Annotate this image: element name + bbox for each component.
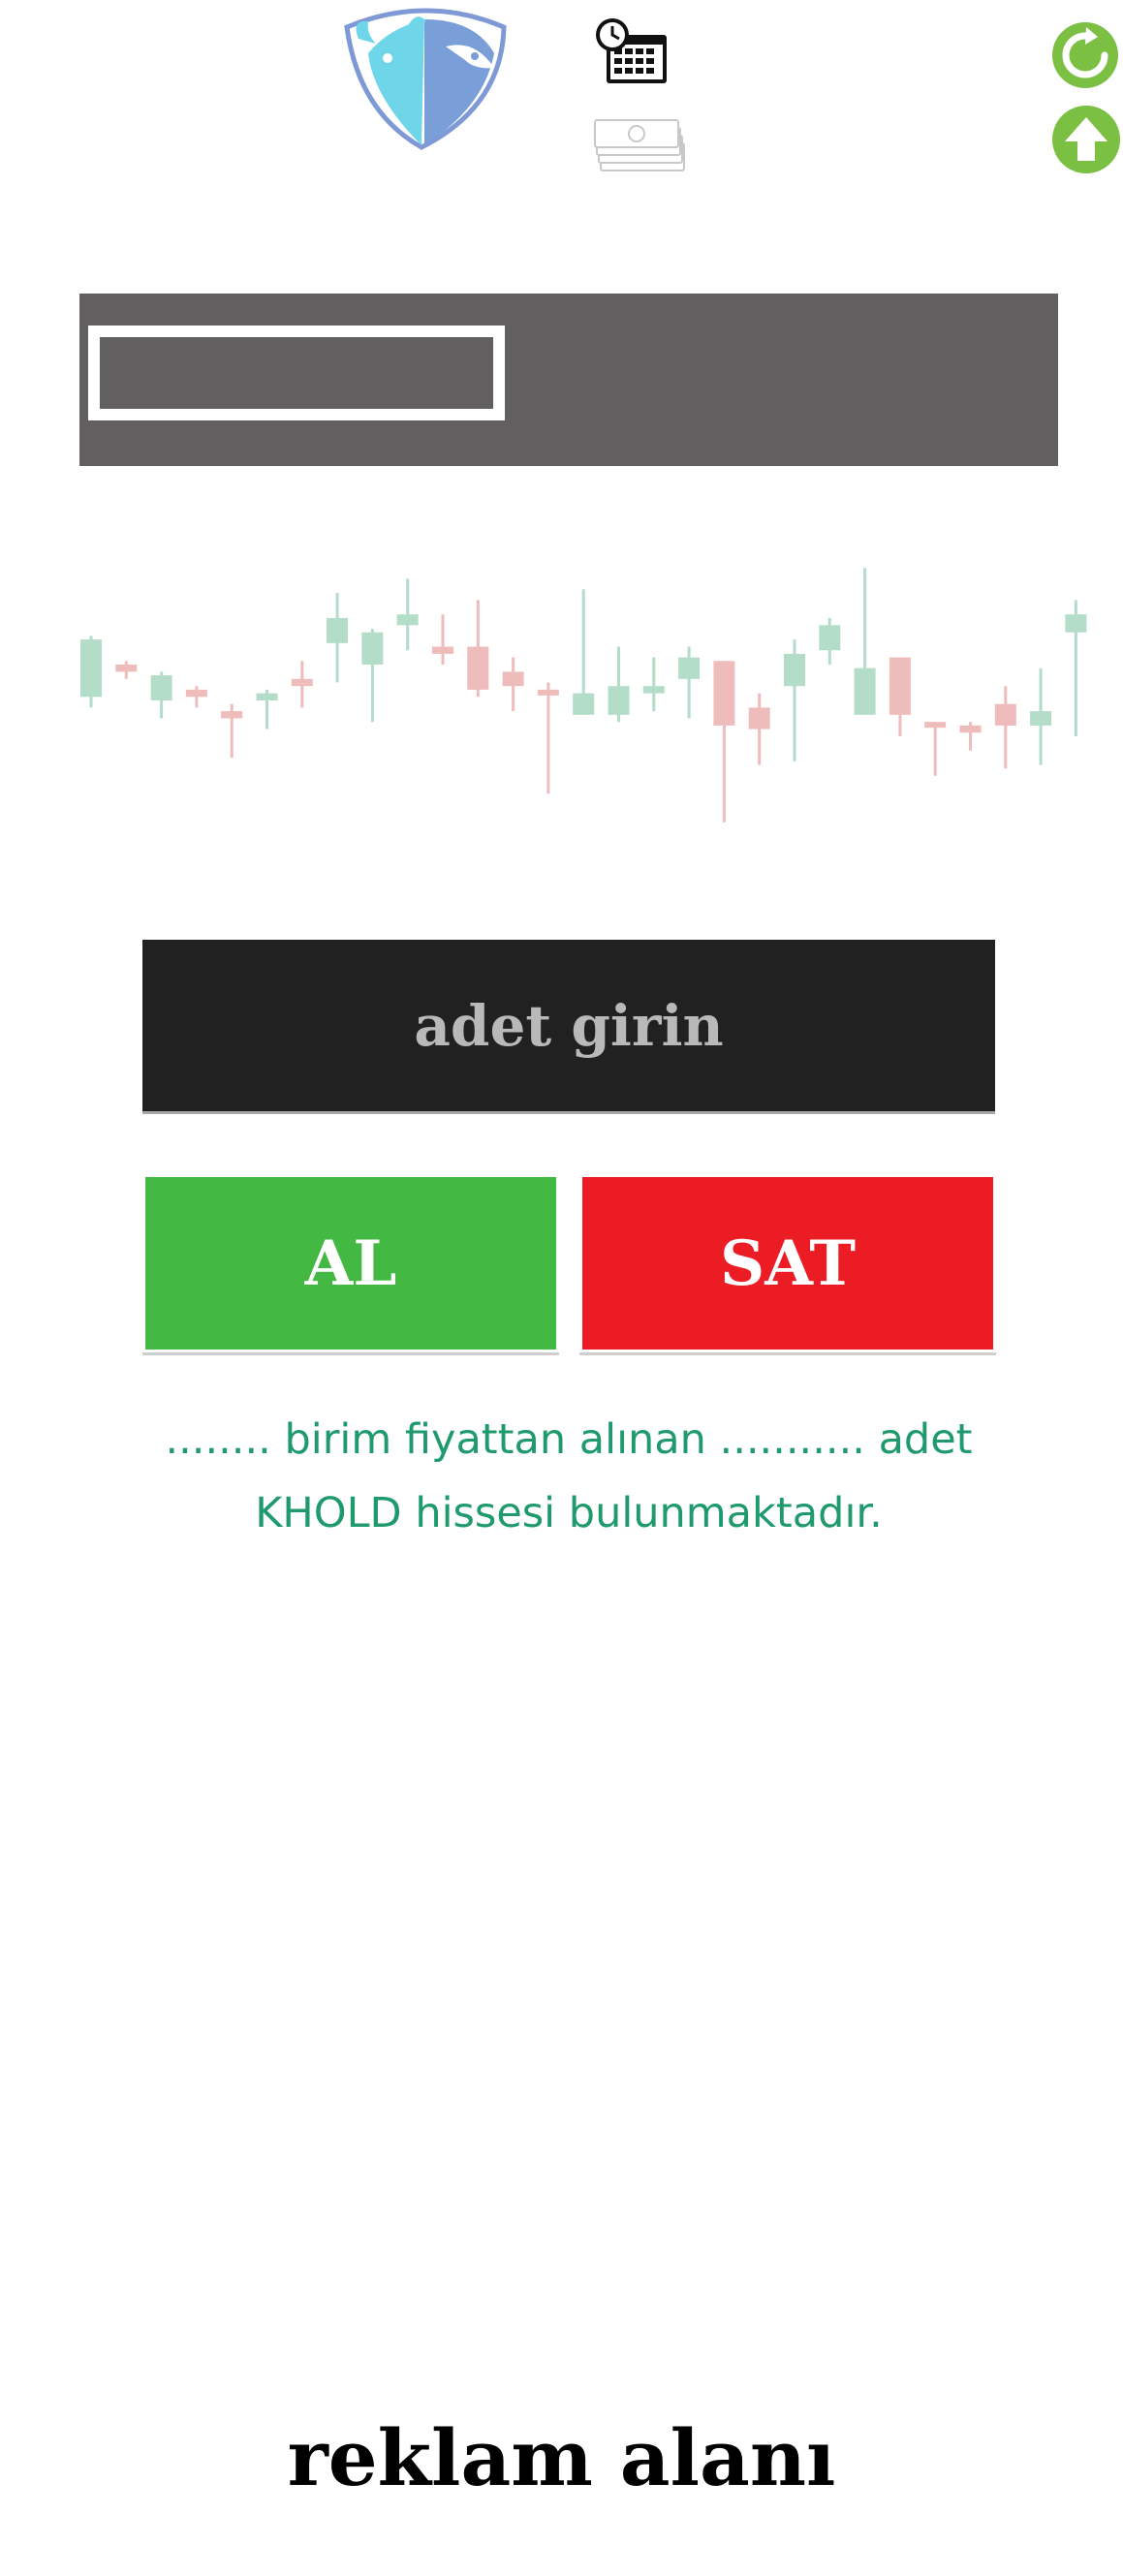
candle-body (924, 722, 947, 729)
candle-2 (150, 671, 172, 719)
candle-body (80, 639, 102, 698)
refresh-icon (1052, 22, 1118, 88)
candle-16 (642, 657, 665, 712)
candle-4 (221, 703, 243, 759)
candle-body (291, 678, 313, 687)
candle-3 (185, 686, 207, 708)
candle-body (361, 632, 384, 665)
candle-body (221, 711, 243, 719)
candle-28 (1065, 600, 1087, 736)
candle-body (537, 689, 559, 696)
candle-27 (1030, 667, 1052, 765)
candle-13 (537, 682, 559, 794)
candle-14 (573, 589, 595, 715)
candle-body (1065, 614, 1087, 633)
candle-body (854, 667, 876, 715)
candle-body (573, 693, 595, 715)
candle-20 (784, 639, 805, 761)
holding-info-text: ........ birim fiyattan alınan .........… (165, 1415, 973, 1537)
ad-area: reklam alanı (287, 2412, 836, 2503)
candle-12 (502, 657, 524, 712)
candle-0 (80, 636, 102, 708)
buy-button[interactable]: AL (142, 1174, 559, 1352)
upload-button[interactable] (1051, 105, 1121, 174)
candle-body (642, 686, 665, 694)
candle-21 (819, 617, 841, 665)
candle-body (467, 646, 489, 690)
buy-button-label: AL (304, 1226, 397, 1300)
candle-19 (748, 693, 770, 765)
candle-body (608, 686, 630, 715)
candle-body (994, 703, 1016, 726)
candle-24 (924, 722, 947, 776)
candle-22 (854, 568, 876, 715)
candle-15 (608, 646, 630, 723)
candle-body (115, 665, 138, 672)
stock-search-input[interactable] (88, 326, 505, 420)
candlestick-chart (80, 568, 1087, 822)
candle-7 (327, 593, 349, 683)
candle-body (396, 614, 419, 626)
candle-body (889, 657, 911, 715)
candle-body (678, 657, 701, 679)
candle-26 (994, 686, 1016, 769)
calendar-clock-icon[interactable] (593, 17, 671, 87)
sell-button-label: SAT (720, 1226, 856, 1300)
candle-17 (678, 646, 701, 719)
candle-body (502, 671, 524, 687)
candle-6 (291, 661, 313, 708)
refresh-button[interactable] (1051, 21, 1119, 89)
candle-body (819, 625, 841, 651)
quantity-input[interactable] (142, 940, 995, 1114)
candle-11 (467, 600, 489, 698)
candle-23 (889, 657, 911, 736)
money-stack-icon[interactable] (593, 114, 690, 178)
candle-1 (115, 661, 138, 679)
candle-body (256, 693, 278, 700)
candle-body (959, 725, 982, 733)
candle-5 (256, 689, 278, 729)
candle-body (713, 661, 735, 726)
candle-body (432, 646, 453, 654)
candle-body (1030, 711, 1052, 726)
candle-18 (713, 661, 735, 822)
candle-body (185, 689, 207, 698)
arrow-up-icon (1052, 106, 1120, 173)
candle-25 (959, 722, 982, 751)
candle-body (327, 617, 349, 643)
candle-body (748, 707, 770, 729)
candle-body (784, 653, 805, 687)
candle-8 (361, 629, 384, 723)
candle-10 (432, 614, 453, 665)
candle-body (150, 675, 172, 700)
sell-button[interactable]: SAT (579, 1174, 996, 1352)
bull-bear-logo (329, 0, 523, 155)
candle-9 (396, 578, 419, 651)
